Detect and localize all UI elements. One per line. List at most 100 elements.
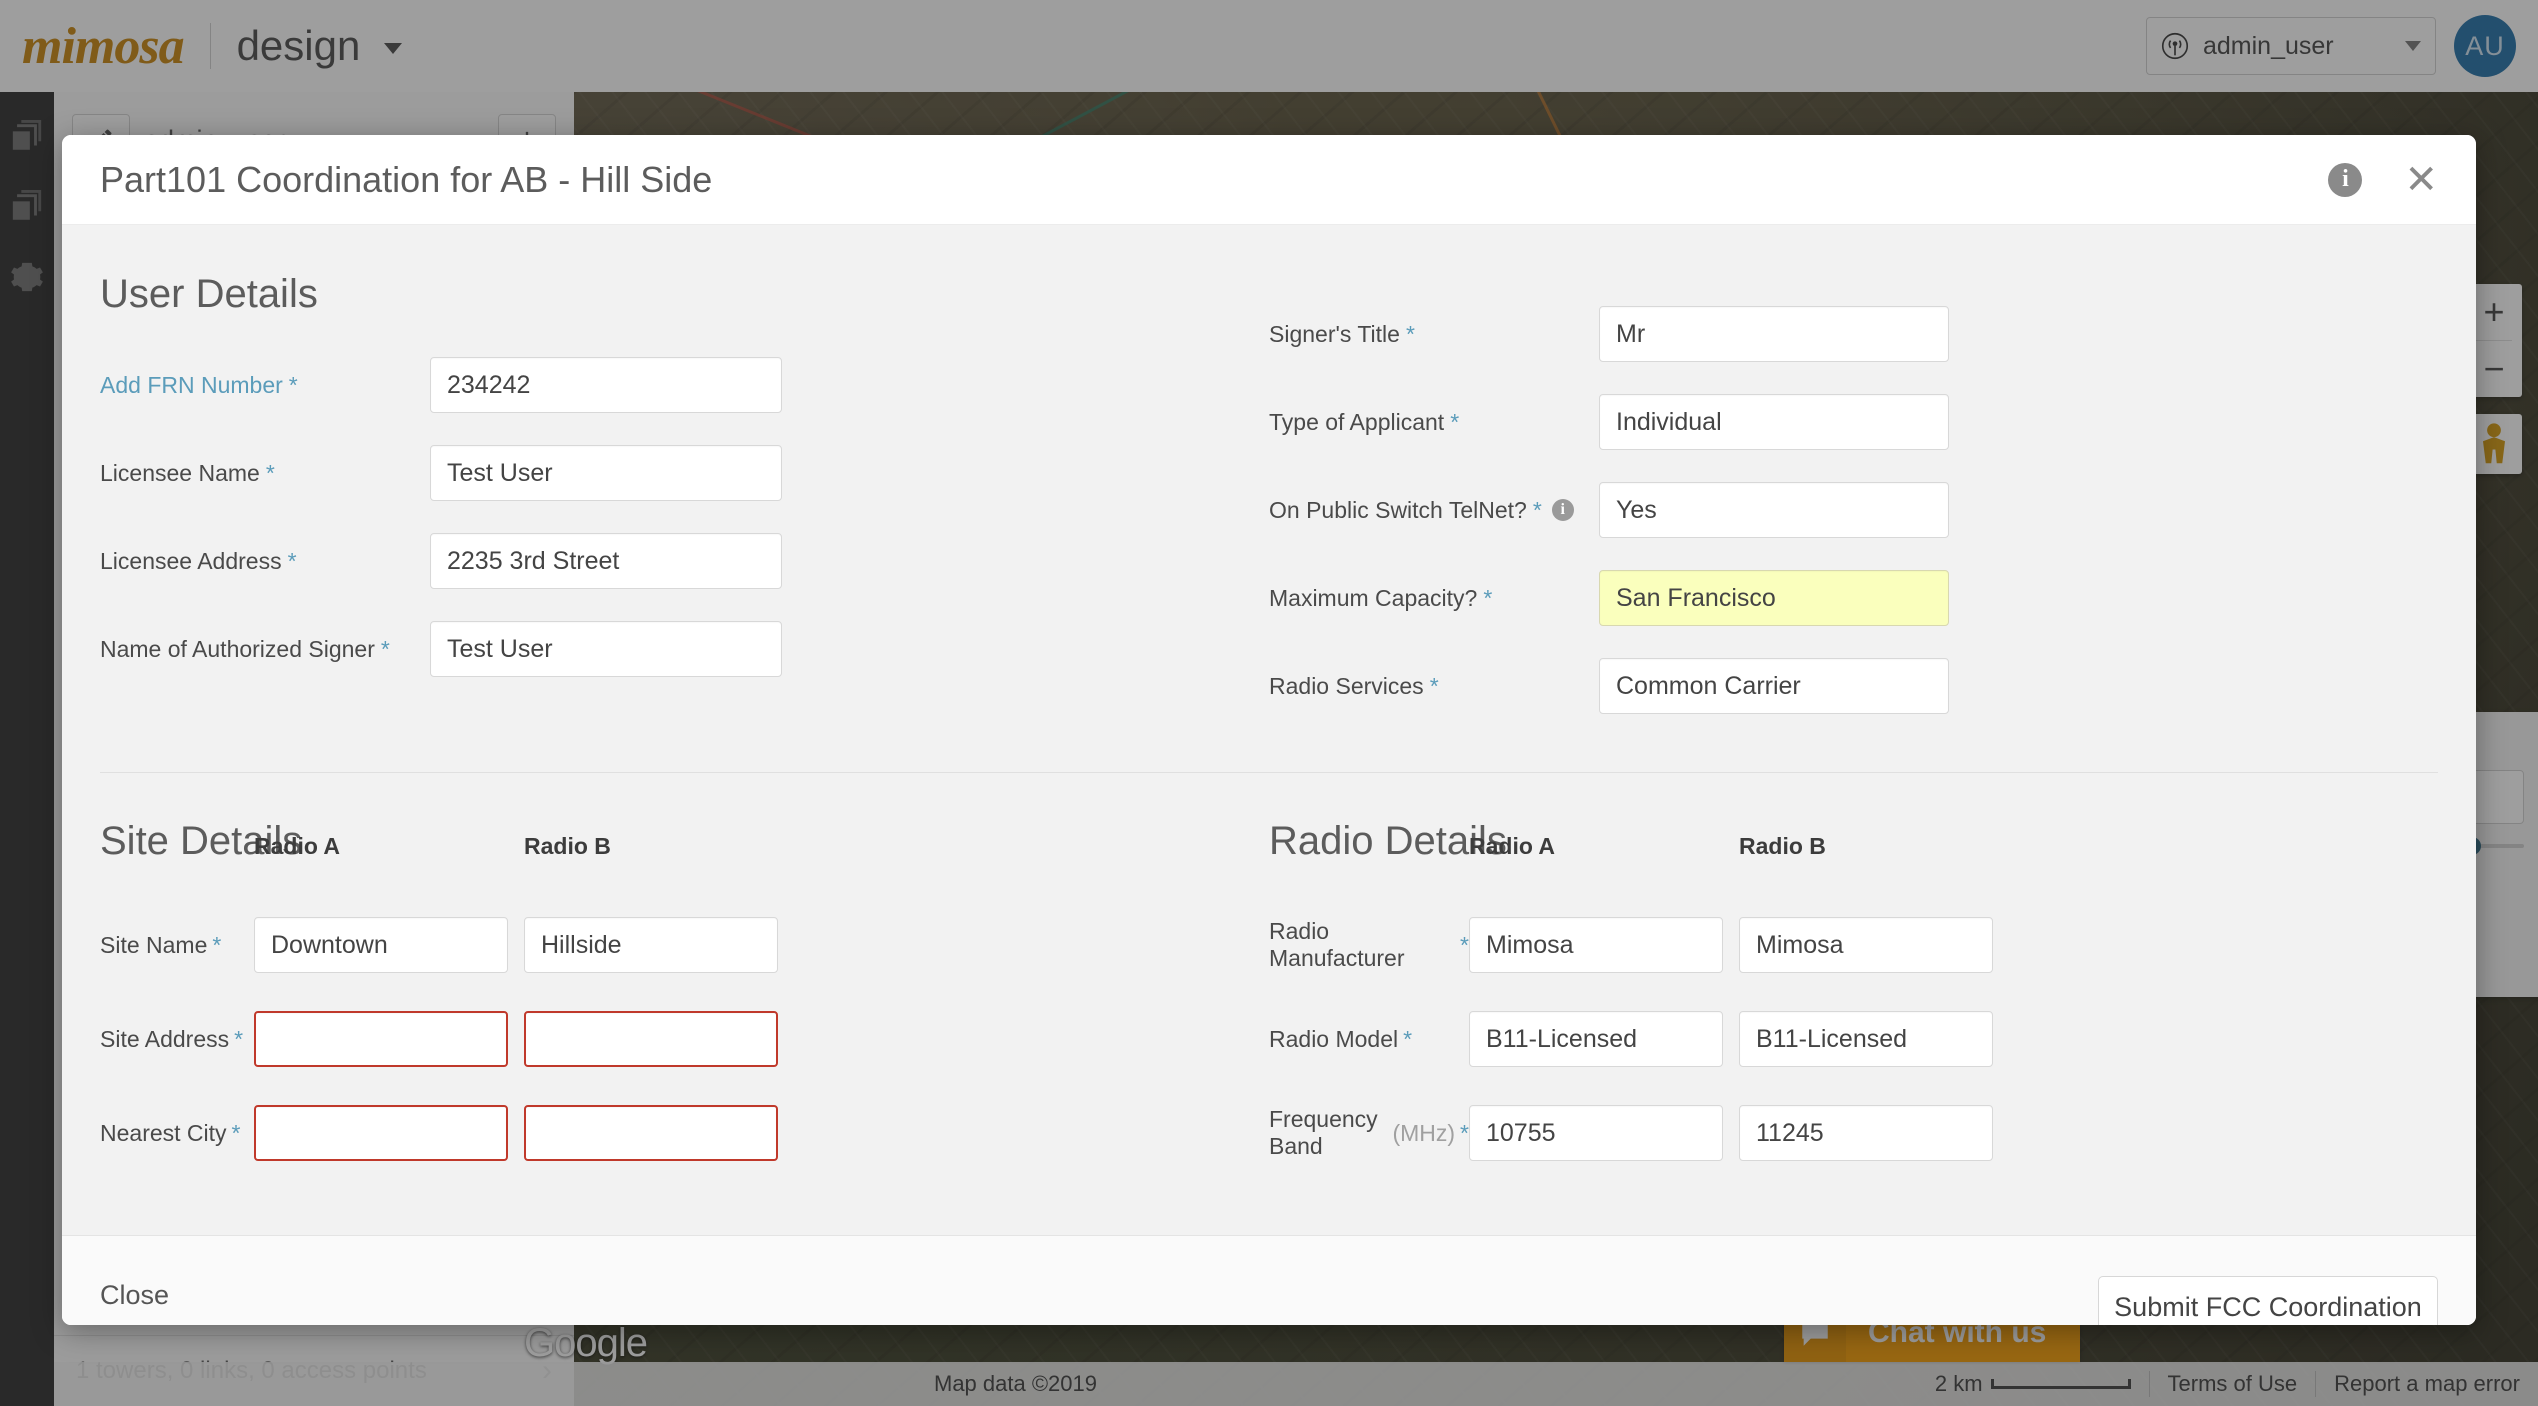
input-site-address-radio-a[interactable] <box>254 1011 508 1067</box>
required-asterisk: * <box>232 1120 241 1147</box>
label-unit: (MHz) <box>1392 1120 1455 1147</box>
table-row: Site Name * Downtown Hillside <box>100 898 1269 992</box>
label-name-of-authorized-signer: Name of Authorized Signer * <box>100 636 430 663</box>
table-row: Radio Manufacturer * Mimosa Mimosa <box>1269 898 2438 992</box>
section-title-user-details: User Details <box>100 272 1269 317</box>
input-nearest-city-radio-a[interactable] <box>254 1105 508 1161</box>
required-asterisk: * <box>289 372 298 399</box>
site-details-header: Site Details Radio A Radio B <box>100 819 1269 864</box>
input-nearest-city-radio-b[interactable] <box>524 1105 778 1161</box>
info-icon[interactable]: i <box>2328 163 2362 197</box>
required-asterisk: * <box>381 636 390 663</box>
field-row: Name of Authorized Signer * Test User <box>100 605 1269 693</box>
site-details-section: Site Details Radio A Radio B Site Name *… <box>100 773 1269 1180</box>
input-site-address-radio-b[interactable] <box>524 1011 778 1067</box>
input-site-name-radio-b[interactable]: Hillside <box>524 917 778 973</box>
label-radio-manufacturer: Radio Manufacturer * <box>1269 918 1469 972</box>
radio-column-header-radio-b: Radio B <box>1739 819 2009 860</box>
input-radio-manufacturer-radio-a[interactable]: Mimosa <box>1469 917 1723 973</box>
label-licensee-name: Licensee Name * <box>100 460 430 487</box>
required-asterisk: * <box>288 548 297 575</box>
label-text: Signer's Title <box>1269 321 1400 348</box>
label-site-address: Site Address * <box>100 1026 254 1053</box>
label-licensee-address: Licensee Address * <box>100 548 430 575</box>
input-frequency-band-radio-b[interactable]: 11245 <box>1739 1105 1993 1161</box>
table-row: Site Address * <box>100 992 1269 1086</box>
close-icon[interactable]: ✕ <box>2404 160 2438 200</box>
modal-title: Part101 Coordination for AB - Hill Side <box>100 159 712 201</box>
required-asterisk: * <box>1460 932 1469 959</box>
input-on-public-switch-telnet[interactable]: Yes <box>1599 482 1949 538</box>
field-row: Signer's Title * Mr <box>1269 290 2438 378</box>
user-details-right-column: Signer's Title * Mr Type of Applicant * … <box>1269 226 2438 730</box>
site-column-header-radio-b: Radio B <box>524 819 794 860</box>
input-frequency-band-radio-a[interactable]: 10755 <box>1469 1105 1723 1161</box>
field-row: On Public Switch TelNet? * i Yes <box>1269 466 2438 554</box>
radio-details-header: Radio Details Radio A Radio B <box>1269 819 2438 864</box>
label-text: Radio Manufacturer <box>1269 918 1455 972</box>
label-nearest-city: Nearest City * <box>100 1120 254 1147</box>
radio-details-section: Radio Details Radio A Radio B Radio Manu… <box>1269 773 2438 1180</box>
user-details-section: User Details Add FRN Number * 234242 Lic… <box>100 226 2438 730</box>
label-text: Licensee Name <box>100 460 260 487</box>
field-row: Add FRN Number * 234242 <box>100 341 1269 429</box>
input-signers-title[interactable]: Mr <box>1599 306 1949 362</box>
label-site-name: Site Name * <box>100 932 254 959</box>
input-site-name-radio-a[interactable]: Downtown <box>254 917 508 973</box>
label-text: Nearest City <box>100 1120 227 1147</box>
lower-sections: Site Details Radio A Radio B Site Name *… <box>100 773 2438 1180</box>
label-text: Radio Services <box>1269 673 1424 700</box>
required-asterisk: * <box>212 932 221 959</box>
input-licensee-address[interactable]: 2235 3rd Street <box>430 533 782 589</box>
field-row: Maximum Capacity? * San Francisco <box>1269 554 2438 642</box>
required-asterisk: * <box>1460 1120 1469 1147</box>
required-asterisk: * <box>1450 409 1459 436</box>
required-asterisk: * <box>1533 497 1542 524</box>
input-name-of-authorized-signer[interactable]: Test User <box>430 621 782 677</box>
label-maximum-capacity: Maximum Capacity? * <box>1269 585 1599 612</box>
input-radio-services[interactable]: Common Carrier <box>1599 658 1949 714</box>
modal-body: User Details Add FRN Number * 234242 Lic… <box>62 226 2476 1325</box>
label-add-frn-number[interactable]: Add FRN Number * <box>100 372 430 399</box>
required-asterisk: * <box>1483 585 1492 612</box>
label-frequency-band: Frequency Band (MHz) * <box>1269 1106 1469 1160</box>
required-asterisk: * <box>266 460 275 487</box>
submit-fcc-coordination-button[interactable]: Submit FCC Coordination <box>2098 1276 2438 1325</box>
input-radio-model-radio-a[interactable]: B11-Licensed <box>1469 1011 1723 1067</box>
user-details-left-column: User Details Add FRN Number * 234242 Lic… <box>100 226 1269 730</box>
required-asterisk: * <box>1406 321 1415 348</box>
field-row: Radio Services * Common Carrier <box>1269 642 2438 730</box>
field-row: Licensee Name * Test User <box>100 429 1269 517</box>
input-radio-manufacturer-radio-b[interactable]: Mimosa <box>1739 917 1993 973</box>
input-type-of-applicant[interactable]: Individual <box>1599 394 1949 450</box>
input-add-frn-number[interactable]: 234242 <box>430 357 782 413</box>
table-row: Radio Model * B11-Licensed B11-Licensed <box>1269 992 2438 1086</box>
section-title-site-details: Site Details <box>100 819 254 864</box>
label-text: Add FRN Number <box>100 372 283 399</box>
site-column-header-radio-a: Radio A <box>254 819 524 860</box>
label-radio-model: Radio Model * <box>1269 1026 1469 1053</box>
label-text: Site Address <box>100 1026 229 1053</box>
label-text: Maximum Capacity? <box>1269 585 1477 612</box>
required-asterisk: * <box>234 1026 243 1053</box>
label-on-public-switch-telnet: On Public Switch TelNet? * i <box>1269 497 1599 524</box>
input-maximum-capacity[interactable]: San Francisco <box>1599 570 1949 626</box>
radio-column-header-radio-a: Radio A <box>1469 819 1739 860</box>
part101-coordination-modal: Part101 Coordination for AB - Hill Side … <box>62 135 2476 1325</box>
field-row: Type of Applicant * Individual <box>1269 378 2438 466</box>
label-text: Licensee Address <box>100 548 282 575</box>
table-row: Nearest City * <box>100 1086 1269 1180</box>
required-asterisk: * <box>1403 1026 1412 1053</box>
info-icon[interactable]: i <box>1552 499 1574 521</box>
field-row: Licensee Address * 2235 3rd Street <box>100 517 1269 605</box>
label-text: Type of Applicant <box>1269 409 1444 436</box>
input-radio-model-radio-b[interactable]: B11-Licensed <box>1739 1011 1993 1067</box>
input-licensee-name[interactable]: Test User <box>430 445 782 501</box>
table-row: Frequency Band (MHz) * 10755 11245 <box>1269 1086 2438 1180</box>
label-text: Radio Model <box>1269 1026 1398 1053</box>
required-asterisk: * <box>1430 673 1439 700</box>
label-signers-title: Signer's Title * <box>1269 321 1599 348</box>
close-button[interactable]: Close <box>100 1280 169 1311</box>
modal-header: Part101 Coordination for AB - Hill Side … <box>62 135 2476 225</box>
label-text: Name of Authorized Signer <box>100 636 375 663</box>
